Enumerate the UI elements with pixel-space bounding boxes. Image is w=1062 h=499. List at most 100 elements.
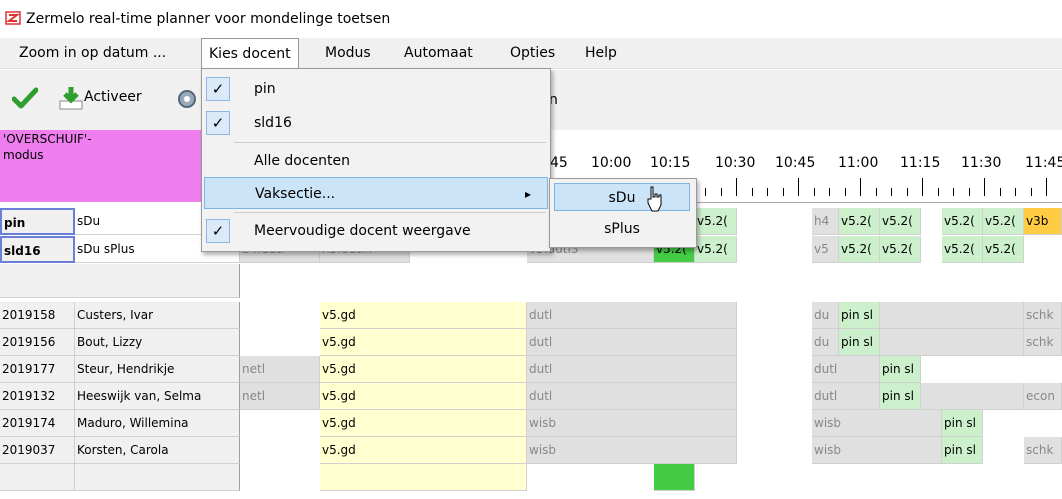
time-label: 10:45 [775,155,816,171]
teacher-code-cell[interactable]: pin [0,208,75,235]
kies-docent-dropdown: ✓ pin ✓ sld16 Alle docenten Vaksectie...… [201,68,551,252]
mode-header-line2: modus [3,148,44,162]
slot-cell[interactable]: wisb [527,410,737,437]
slot-cell[interactable]: dutl [527,302,737,329]
slot-cell[interactable]: wisb [812,410,942,437]
slot-cell[interactable]: v5.2( [695,208,737,235]
slot-cell[interactable] [921,383,1024,410]
activate-icon [59,87,83,110]
timeline-tick [751,188,753,196]
time-label: 10:00 [591,155,632,171]
slot-cell[interactable]: econ [1024,383,1062,410]
slot-cell[interactable]: pin sl [839,302,880,329]
dropdown-item-label: pin [254,81,276,97]
menu-zoom[interactable]: Zoom in op datum ... [12,38,173,68]
timeline-tick [984,178,985,196]
timeline-tick [782,188,784,196]
timeline-tick [860,178,861,196]
dropdown-separator [234,142,546,143]
slot-cell[interactable]: v5.2( [839,236,880,263]
student-name-cell[interactable]: Steur, Hendrikje [75,356,240,383]
slot-cell[interactable]: pin sl [839,329,880,356]
check-icon: ✓ [206,111,230,135]
student-id-cell: 2019037 [0,437,75,464]
timeline-tick [844,188,846,196]
slot-cell[interactable]: v5 [812,236,839,263]
slot-cell[interactable] [880,302,1024,329]
timeline-tick [1030,188,1032,196]
slot-cell[interactable]: v3b [1024,208,1062,235]
dropdown-item-meervoudige[interactable]: ✓ Meervoudige docent weergave [202,215,550,247]
slot-cell[interactable]: v5.gd [320,302,527,329]
slot-cell[interactable]: v5.2( [942,208,983,235]
slot-cell[interactable]: dutl [527,356,737,383]
gear-icon[interactable] [175,87,199,111]
slot-cell[interactable]: dutl [812,356,880,383]
slot-cell[interactable]: v5.gd [320,437,527,464]
menu-help[interactable]: Help [578,38,624,68]
teacher-code-cell[interactable]: sld16 [0,236,75,263]
student-name-cell[interactable]: Maduro, Willemina [75,410,240,437]
checkmark-icon[interactable] [12,87,38,109]
slot-cell[interactable]: v5.2( [880,236,921,263]
student-name-cell[interactable] [75,464,240,491]
menu-kies-docent[interactable]: Kies docent [201,38,299,69]
time-label: 11:45 [1025,155,1062,171]
slot-cell[interactable]: v5.2( [695,236,737,263]
time-label: 10:30 [715,155,756,171]
timeline-tick [875,188,877,196]
student-name-cell[interactable]: Korsten, Carola [75,437,240,464]
menu-opties[interactable]: Opties [503,38,562,68]
slot-cell[interactable] [654,464,695,491]
slot-cell[interactable]: dutl [527,383,737,410]
slot-cell[interactable]: h4 [812,208,839,235]
slot-cell[interactable]: v5.gd [320,410,527,437]
dropdown-item-label: Vaksectie... [255,186,336,202]
slot-cell[interactable]: du [812,329,839,356]
student-name-cell[interactable]: Custers, Ivar [75,302,240,329]
dropdown-item-alle-docenten[interactable]: Alle docenten [202,145,550,177]
student-id-cell: 2019156 [0,329,75,356]
slot-cell[interactable]: pin sl [942,437,983,464]
slot-cell[interactable]: schk [1024,437,1062,464]
slot-cell[interactable]: v5.gd [320,383,527,410]
submenu-item-sdu[interactable]: sDu [554,183,690,211]
slot-cell[interactable]: v5.2( [880,208,921,235]
slot-cell[interactable]: du [812,302,839,329]
submenu-item-splus[interactable]: sPlus [554,215,690,243]
timeline-tick [1046,178,1047,196]
slot-cell[interactable]: v5.2( [942,236,983,263]
menu-bar: Zoom in op datum ... Kies docent Modus A… [0,38,1062,69]
slot-cell[interactable]: v5.gd [320,329,527,356]
dropdown-item-vaksectie[interactable]: Vaksectie... ▸ [204,177,548,209]
slot-cell[interactable]: netl [240,356,320,383]
dropdown-item-sld16[interactable]: ✓ sld16 [202,107,550,139]
student-name-cell[interactable]: Heeswijk van, Selma [75,383,240,410]
slot-cell[interactable]: netl [240,383,320,410]
slot-cell[interactable]: pin sl [880,356,921,383]
slot-cell[interactable]: dutl [527,329,737,356]
student-id-cell [0,464,75,491]
slot-cell[interactable]: schk [1024,302,1062,329]
menu-automaat[interactable]: Automaat [397,38,480,68]
student-id-cell: 2019177 [0,356,75,383]
slot-cell[interactable]: pin sl [942,410,983,437]
dropdown-item-pin[interactable]: ✓ pin [202,73,550,105]
slot-cell[interactable]: wisb [527,437,737,464]
slot-cell[interactable]: dutl [812,383,880,410]
dropdown-item-label: Meervoudige docent weergave [254,223,471,239]
student-id-cell: 2019132 [0,383,75,410]
slot-cell[interactable]: schk [1024,329,1062,356]
slot-cell[interactable]: v5.2( [983,208,1024,235]
slot-cell[interactable]: wisb [812,437,942,464]
slot-cell[interactable] [320,464,527,491]
slot-cell[interactable]: v5.2( [983,236,1024,263]
activate-label: Activeer [84,89,142,105]
slot-cell[interactable]: v5.gd [320,356,527,383]
slot-cell[interactable] [880,329,1024,356]
student-name-cell[interactable]: Bout, Lizzy [75,329,240,356]
slot-cell[interactable]: pin sl [880,383,921,410]
slot-cell[interactable]: v5.2( [839,208,880,235]
menu-modus[interactable]: Modus [318,38,378,68]
submenu-arrow-icon: ▸ [525,187,532,201]
